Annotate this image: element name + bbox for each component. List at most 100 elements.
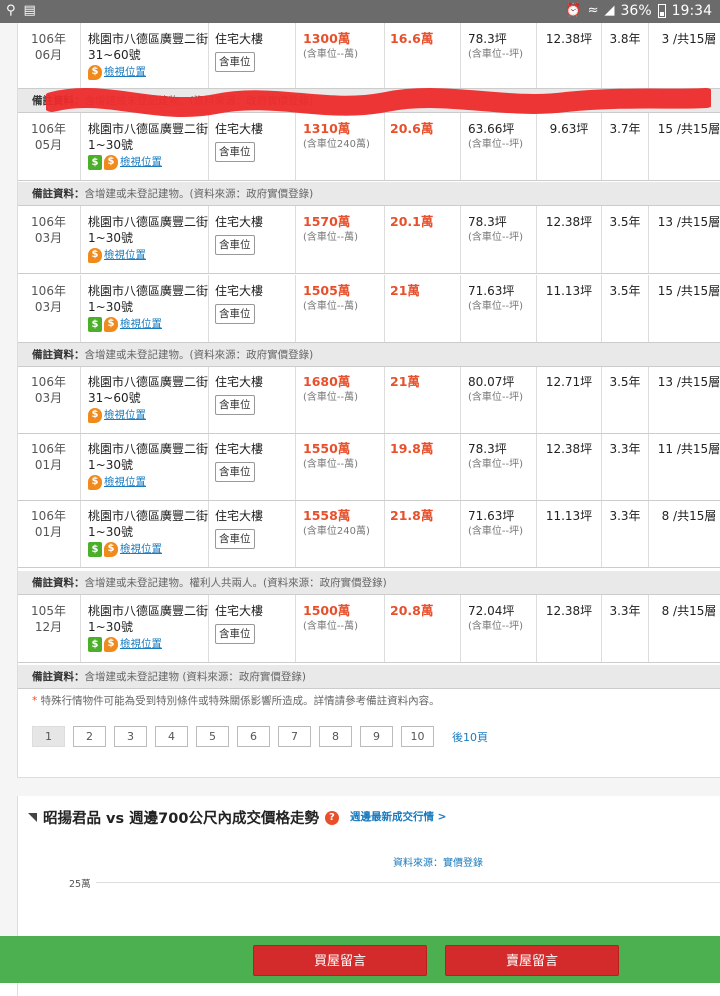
building-age: 3.3年 xyxy=(609,509,641,523)
total-price: 1500萬 xyxy=(303,603,351,618)
column-divider xyxy=(648,275,649,342)
parking-price: (含車位--萬) xyxy=(303,392,359,403)
total-price: 1680萬 xyxy=(303,374,351,389)
column-divider xyxy=(295,433,296,500)
parking-badge: 含車位 xyxy=(215,304,255,324)
column-divider xyxy=(648,433,649,500)
alarm-icon: ⏰ xyxy=(565,3,582,18)
view-location-link[interactable]: 檢視位置 xyxy=(104,407,146,423)
view-location-link[interactable]: 檢視位置 xyxy=(104,474,146,490)
land-area: 11.13坪 xyxy=(545,284,593,298)
total-price-cell: 1505萬 (含車位--萬) xyxy=(303,283,385,315)
view-location-link[interactable]: 檢視位置 xyxy=(120,636,162,652)
total-price: 1300萬 xyxy=(303,31,351,46)
transaction-date: 106年 03月 xyxy=(31,215,66,245)
parking-price: (含車位--萬) xyxy=(303,232,359,243)
total-price-cell: 1570萬 (含車位--萬) xyxy=(303,214,385,246)
page-button[interactable]: 5 xyxy=(196,726,229,747)
area-cell: 71.63坪 (含車位--坪) xyxy=(468,283,536,315)
building-area: 72.04坪 xyxy=(468,604,515,618)
total-price: 1570萬 xyxy=(303,214,351,229)
view-location-link[interactable]: 檢視位置 xyxy=(104,247,146,263)
view-location-link[interactable]: 檢視位置 xyxy=(120,316,162,332)
parking-area: (含車位--坪) xyxy=(468,621,524,632)
column-divider xyxy=(80,206,81,273)
buy-message-button[interactable]: 買屋留言 xyxy=(253,945,427,976)
column-divider xyxy=(295,500,296,567)
view-location-link[interactable]: 檢視位置 xyxy=(120,154,162,170)
column-divider xyxy=(295,206,296,273)
price-dollar-icon: $ xyxy=(88,541,102,557)
column-divider xyxy=(601,366,602,433)
parking-area: (含車位--坪) xyxy=(468,49,524,60)
building-type-cell: 住宅大樓 含車位 xyxy=(215,214,295,255)
page-button[interactable]: 1 xyxy=(32,726,65,747)
page-button[interactable]: 3 xyxy=(114,726,147,747)
unit-price: 21萬 xyxy=(390,283,420,298)
parking-badge: 含車位 xyxy=(215,462,255,482)
map-link-row: $ 檢視位置 xyxy=(88,247,208,263)
red-scribble-mark xyxy=(46,87,711,118)
column-divider xyxy=(460,366,461,433)
page-button[interactable]: 10 xyxy=(401,726,434,747)
total-price-cell: 1550萬 (含車位--萬) xyxy=(303,441,385,473)
battery-icon xyxy=(657,4,666,18)
building-age: 3.3年 xyxy=(609,604,641,618)
building-type-cell: 住宅大樓 含車位 xyxy=(215,508,295,549)
building-type-cell: 住宅大樓 含車位 xyxy=(215,374,295,415)
trend-title: 昭揚君品 vs 週邊700公尺內成交價格走勢 ? xyxy=(28,807,339,828)
page-button[interactable]: 8 xyxy=(319,726,352,747)
parking-price: (含車位240萬) xyxy=(303,526,370,537)
table-row: 106年 03月 桃園市八德區廣豐二街1~30號 $ 檢視位置 住宅大樓 含車位 1570萬… xyxy=(18,206,720,274)
next-pages-link[interactable]: 後10頁 xyxy=(452,729,488,745)
location-pin-icon: $ xyxy=(104,154,118,170)
area-cell: 78.3坪 (含車位--坪) xyxy=(468,214,536,246)
parking-area: (含車位--坪) xyxy=(468,392,524,403)
note-row: 備註資料：含增建或未登記建物。(資料來源：政府實價登錄) xyxy=(18,182,720,206)
column-divider xyxy=(208,500,209,567)
address-cell: 桃園市八德區廣豐二街1~30號 $ $ 檢視位置 xyxy=(88,508,208,557)
transaction-date: 106年 03月 xyxy=(31,375,66,405)
column-divider xyxy=(601,433,602,500)
column-divider xyxy=(601,500,602,567)
building-area: 71.63坪 xyxy=(468,284,515,298)
latest-transactions-link[interactable]: 週邊最新成交行情 > xyxy=(350,809,446,824)
view-location-link[interactable]: 檢視位置 xyxy=(120,541,162,557)
transaction-date: 106年 01月 xyxy=(31,442,66,472)
battery-percent: 36% xyxy=(620,3,652,19)
column-divider xyxy=(648,366,649,433)
note-row: 備註資料：含增建或未登記建物。權利人共兩人。(資料來源：政府實價登錄) xyxy=(18,571,720,595)
search-icon: ⚲ xyxy=(6,3,16,18)
sell-message-button[interactable]: 賣屋留言 xyxy=(445,945,619,976)
transaction-date: 105年 12月 xyxy=(31,604,66,634)
page-button[interactable]: 4 xyxy=(155,726,188,747)
total-price-cell: 1300萬 (含車位--萬) xyxy=(303,31,385,63)
building-type-cell: 住宅大樓 含車位 xyxy=(215,283,295,324)
unit-price: 20.1萬 xyxy=(390,214,434,229)
building-area: 80.07坪 xyxy=(468,375,515,389)
location-pin-icon: $ xyxy=(88,474,102,490)
location-pin-icon: $ xyxy=(104,316,118,332)
column-divider xyxy=(601,595,602,662)
building-type-cell: 住宅大樓 含車位 xyxy=(215,121,295,162)
page-button[interactable]: 7 xyxy=(278,726,311,747)
area-cell: 71.63坪 (含車位--坪) xyxy=(468,508,536,540)
floor-info: 8 /共15層 xyxy=(661,604,717,618)
page-button[interactable]: 6 xyxy=(237,726,270,747)
column-divider xyxy=(208,275,209,342)
map-link-row: $ $ 檢視位置 xyxy=(88,154,208,170)
page-button[interactable]: 2 xyxy=(73,726,106,747)
page-button[interactable]: 9 xyxy=(360,726,393,747)
building-age: 3.5年 xyxy=(609,215,641,229)
area-cell: 72.04坪 (含車位--坪) xyxy=(468,603,536,635)
area-cell: 80.07坪 (含車位--坪) xyxy=(468,374,536,406)
land-area: 11.13坪 xyxy=(545,509,593,523)
total-price: 1550萬 xyxy=(303,441,351,456)
help-icon[interactable]: ? xyxy=(324,810,339,825)
chart-gridline xyxy=(96,882,720,883)
address-text: 桃園市八德區廣豐二街1~30號 xyxy=(88,284,209,314)
floor-info: 13 /共15層 xyxy=(657,215,720,229)
column-divider xyxy=(536,366,537,433)
column-divider xyxy=(208,433,209,500)
column-divider xyxy=(648,206,649,273)
